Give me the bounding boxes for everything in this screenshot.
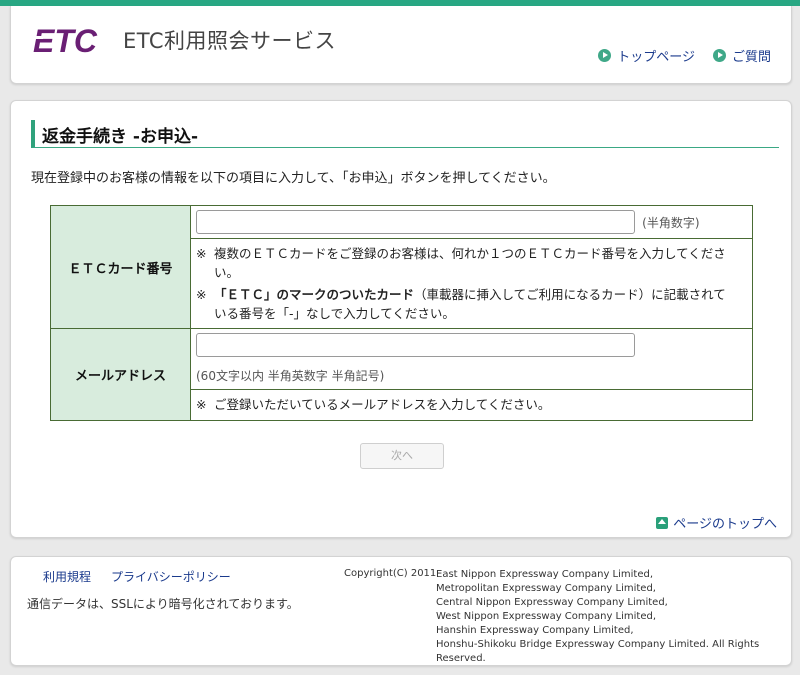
- card-note-2-bold: 「ＥＴＣ」のマークのついたカード: [214, 287, 415, 303]
- page-title-bar: 返金手続き -お申込-: [31, 120, 779, 148]
- note-mark: ※: [196, 397, 207, 412]
- note-mark: ※: [196, 245, 207, 261]
- email-hint: (60文字以内 半角英数字 半角記号): [196, 369, 385, 383]
- top-page-link[interactable]: トップページ: [598, 46, 695, 65]
- main-panel: 返金手続き -お申込- 現在登録中のお客様の情報を以下の項目に入力して、「お申込…: [10, 100, 792, 538]
- footer-links: 利用規程 プライバシーポリシー: [43, 568, 231, 585]
- email-input-cell: (60文字以内 半角英数字 半角記号): [190, 328, 753, 390]
- site-header: ETC ETC利用照会サービス トップページ ご質問: [10, 6, 792, 84]
- header-nav: トップページ ご質問: [598, 46, 771, 65]
- logo-mark-text: ETC: [33, 24, 98, 56]
- page-top-link[interactable]: ページのトップへ: [656, 513, 777, 532]
- card-note-cell: ※ 複数のＥＴＣカードをご登録のお客様は、何れか１つのＥＴＣカード番号を入力して…: [190, 237, 753, 283]
- faq-link-label: ご質問: [731, 50, 771, 65]
- card-note-cell-2: ※ 「ＥＴＣ」のマークのついたカード（車載器に挿入してご利用になるカード）に記載…: [190, 282, 753, 330]
- ssl-notice: 通信データは、SSLにより暗号化されております。: [27, 597, 299, 611]
- site-footer: 利用規程 プライバシーポリシー 通信データは、SSLにより暗号化されております。…: [10, 556, 792, 666]
- company-line: Hanshin Expressway Company Limited,: [436, 625, 634, 636]
- card-number-hint: (半角数字): [642, 215, 700, 230]
- page-title: 返金手続き -お申込-: [42, 127, 199, 147]
- company-line: Honshu-Shikoku Bridge Expressway Company…: [436, 639, 760, 664]
- arrow-right-circle-icon: [712, 49, 726, 62]
- next-button[interactable]: 次へ: [360, 443, 444, 469]
- email-input[interactable]: [196, 333, 635, 357]
- company-line: West Nippon Expressway Company Limited,: [436, 611, 657, 622]
- company-list: East Nippon Expressway Company Limited, …: [436, 568, 791, 666]
- card-input-cell: (半角数字): [190, 205, 753, 239]
- card-number-input[interactable]: [196, 210, 635, 234]
- refund-form: ＥＴＣカード番号 (半角数字) ※ 複数のＥＴＣカードをご登録のお客様は、何れか…: [50, 205, 753, 421]
- email-label: メールアドレス: [50, 328, 191, 421]
- company-line: Central Nippon Expressway Company Limite…: [436, 597, 668, 608]
- page-top-label: ページのトップへ: [673, 517, 777, 532]
- card-note-1: 複数のＥＴＣカードをご登録のお客様は、何れか１つのＥＴＣカード番号を入力してくだ…: [214, 245, 726, 280]
- etc-logo-mark: ETC: [31, 24, 98, 56]
- note-mark: ※: [196, 287, 207, 303]
- arrow-right-circle-icon: [598, 49, 612, 62]
- email-note: ご登録いただいているメールアドレスを入力してください。: [214, 397, 551, 412]
- top-page-link-label: トップページ: [617, 50, 695, 65]
- etc-logo[interactable]: ETC ETC利用照会サービス: [31, 24, 336, 56]
- card-number-label: ＥＴＣカード番号: [50, 205, 191, 329]
- email-note-cell: ※ ご登録いただいているメールアドレスを入力してください。: [190, 389, 753, 421]
- copyright: Copyright(C) 2011: [344, 568, 437, 579]
- card-note-2: 「ＥＴＣ」のマークのついたカード（車載器に挿入してご利用になるカード）に記載され…: [214, 285, 734, 323]
- faq-link[interactable]: ご質問: [712, 46, 771, 65]
- privacy-link[interactable]: プライバシーポリシー: [111, 568, 231, 585]
- company-line: East Nippon Expressway Company Limited,: [436, 569, 654, 580]
- service-name: ETC利用照会サービス: [123, 29, 337, 53]
- terms-link[interactable]: 利用規程: [43, 568, 91, 585]
- intro-text: 現在登録中のお客様の情報を以下の項目に入力して、「お申込」ボタンを押してください…: [31, 171, 556, 186]
- arrow-up-icon: [656, 516, 669, 529]
- company-line: Metropolitan Expressway Company Limited,: [436, 583, 656, 594]
